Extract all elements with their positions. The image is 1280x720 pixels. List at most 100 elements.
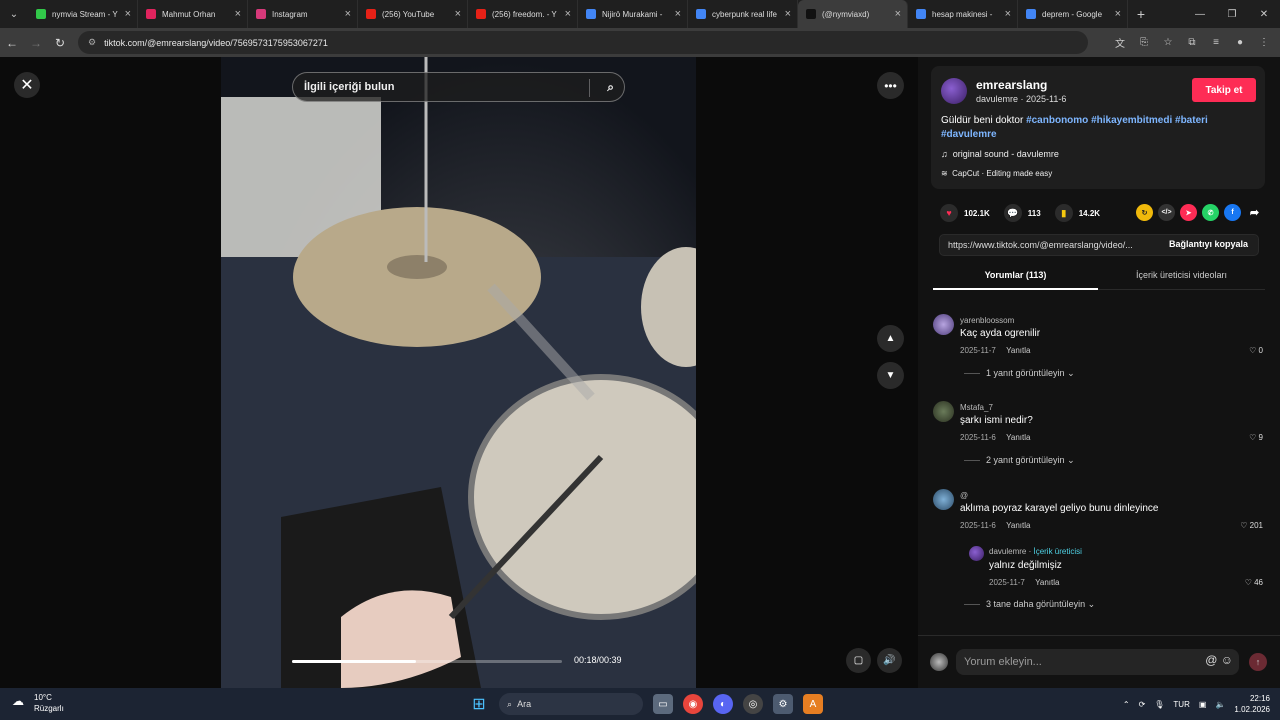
video-progress-bar[interactable] [292,660,562,663]
send-comment-button[interactable]: ↑ [1249,653,1267,671]
capcut-link[interactable]: ≋ CapCut · Editing made easy [941,169,1052,178]
hashtag[interactable]: #bateri [1175,115,1208,126]
tab-close-icon[interactable]: × [1005,8,1011,20]
previous-video-button[interactable]: ▲ [877,325,904,352]
volume-button[interactable]: 🔊 [877,648,902,673]
tab-search-icon[interactable]: ⌄ [0,0,28,28]
tab-close-icon[interactable]: × [675,8,681,20]
microphone-icon[interactable]: 🎙 [1154,700,1164,709]
hashtag[interactable]: #canbonomo [1026,115,1088,126]
tab-close-icon[interactable]: × [565,8,571,20]
comment-like[interactable]: ♡ 0 [1249,346,1263,355]
commenter-avatar[interactable] [933,401,954,422]
reply-like[interactable]: ♡ 46 [1245,578,1263,587]
comment-input[interactable]: Yorum ekleyin... @ ☺ [956,649,1239,675]
minimize-icon[interactable]: — [1184,0,1216,28]
tab-close-icon[interactable]: × [1115,8,1121,20]
taskbar-search[interactable]: ⌕ Ara [499,693,643,715]
follow-button[interactable]: Takip et [1192,78,1256,102]
comment-like[interactable]: ♡ 201 [1240,521,1263,530]
back-icon[interactable]: ← [0,36,24,50]
reply-avatar[interactable] [969,546,984,561]
start-icon[interactable]: ⊞ [469,694,489,714]
app-icon[interactable]: ◎ [743,694,763,714]
browser-tab[interactable]: (@nymviaxd) × [798,0,908,28]
new-tab-button[interactable]: + [1128,6,1154,22]
browser-tab[interactable]: hesap makinesi - × [908,0,1018,28]
browser-tab[interactable]: Mahmut Orhan × [138,0,248,28]
hashtag[interactable]: #davulemre [941,129,997,140]
sync-icon[interactable]: ⟳ [1139,700,1146,709]
settings-icon[interactable]: ⚙ [773,694,793,714]
comment-like[interactable]: ♡ 9 [1249,433,1263,442]
author-avatar[interactable] [941,78,967,104]
restore-icon[interactable]: ❐ [1216,0,1248,28]
author-name[interactable]: emrearslang [976,78,1047,92]
tab-close-icon[interactable]: × [455,8,461,20]
commenter-avatar[interactable] [933,314,954,335]
site-info-icon[interactable]: ⚙ [88,37,96,48]
tab-close-icon[interactable]: × [235,8,241,20]
tab-close-icon[interactable]: × [125,8,131,20]
tab-close-icon[interactable]: × [785,8,791,20]
reply-button[interactable]: Yanıtla [1006,433,1030,442]
translate-icon[interactable]: 文 [1112,35,1128,50]
search-icon[interactable]: ⌕ [607,80,614,95]
tab-close-icon[interactable]: × [345,8,351,20]
send-to-friends-icon[interactable]: ➤ [1180,204,1197,221]
file-explorer-icon[interactable]: ▭ [653,694,673,714]
video-player[interactable] [221,57,696,688]
facebook-icon[interactable]: f [1224,204,1241,221]
embed-icon[interactable]: </> [1158,204,1175,221]
view-more-replies-button[interactable]: 3 tane daha görüntüleyin ⌄ [964,599,1095,610]
reply-username[interactable]: davulemre [989,547,1026,556]
whatsapp-icon[interactable]: ✆ [1202,204,1219,221]
extensions-icon[interactable]: ⧉ [1184,37,1200,48]
related-content-search[interactable]: İlgili içeriği bulun ⌕ [292,72,625,102]
view-replies-button[interactable]: 1 yanıt görüntüleyin ⌄ [964,368,1075,379]
emoji-icon[interactable]: ☺ [1221,653,1233,667]
tab-creator-videos[interactable]: İçerik üreticisi videoları [1098,265,1265,290]
comment-username[interactable]: @ [960,491,968,500]
language-indicator[interactable]: TUR [1173,700,1189,709]
copy-link-button[interactable]: Bağlantıyı kopyala [1169,239,1248,249]
next-video-button[interactable]: ▼ [877,362,904,389]
install-icon[interactable]: ⎘ [1136,37,1152,48]
browser-tab[interactable]: (256) YouTube × [358,0,468,28]
bookmark-star-icon[interactable]: ☆ [1160,37,1176,48]
browser-tab[interactable]: nymvia Stream - Y × [28,0,138,28]
tab-close-icon[interactable]: × [895,8,901,20]
bookmark-icon[interactable]: ▮ [1054,204,1073,222]
browser-tab[interactable]: Instagram × [248,0,358,28]
close-video-button[interactable]: ✕ [14,72,40,98]
forward-icon[interactable]: → [24,36,48,50]
reply-button[interactable]: Yanıtla [1006,521,1030,530]
comment-username[interactable]: yarenbloossom [960,316,1014,325]
display-icon[interactable]: ▣ [1199,700,1207,709]
mention-icon[interactable]: @ [1205,653,1217,667]
menu-icon[interactable]: ⋮ [1256,37,1272,48]
media-control-icon[interactable]: ≡ [1208,37,1224,48]
speaker-icon[interactable]: 🔈 [1215,700,1225,709]
editor-app-icon[interactable]: A [803,694,823,714]
view-replies-button[interactable]: 2 yanıt görüntüleyin ⌄ [964,455,1075,466]
reply-button[interactable]: Yanıtla [1035,578,1059,587]
profile-avatar[interactable]: ● [1232,37,1248,48]
reload-icon[interactable]: ↻ [48,36,72,50]
browser-tab[interactable]: Nijirō Murakami - × [578,0,688,28]
clock[interactable]: 22:16 1.02.2026 [1234,693,1270,715]
browser-tab[interactable]: (256) freedom. - Y × [468,0,578,28]
chrome-icon[interactable]: ◉ [683,694,703,714]
share-arrow-icon[interactable]: ➦ [1246,204,1263,221]
commenter-avatar[interactable] [933,489,954,510]
comment-icon[interactable]: 💬 [1003,204,1022,222]
more-options-button[interactable]: ••• [877,72,904,99]
browser-tab[interactable]: deprem - Google × [1018,0,1128,28]
repost-icon[interactable]: ↻ [1136,204,1153,221]
weather-widget[interactable]: ☁ 10°C Rüzgarlı [12,692,64,714]
close-window-icon[interactable]: ✕ [1248,0,1280,28]
heart-icon[interactable]: ♥ [940,204,958,222]
tray-expand-icon[interactable]: ⌃ [1123,700,1130,709]
url-field[interactable]: ⚙ tiktok.com/@emrearslang/video/75695731… [78,31,1088,54]
browser-tab[interactable]: cyberpunk real life × [688,0,798,28]
